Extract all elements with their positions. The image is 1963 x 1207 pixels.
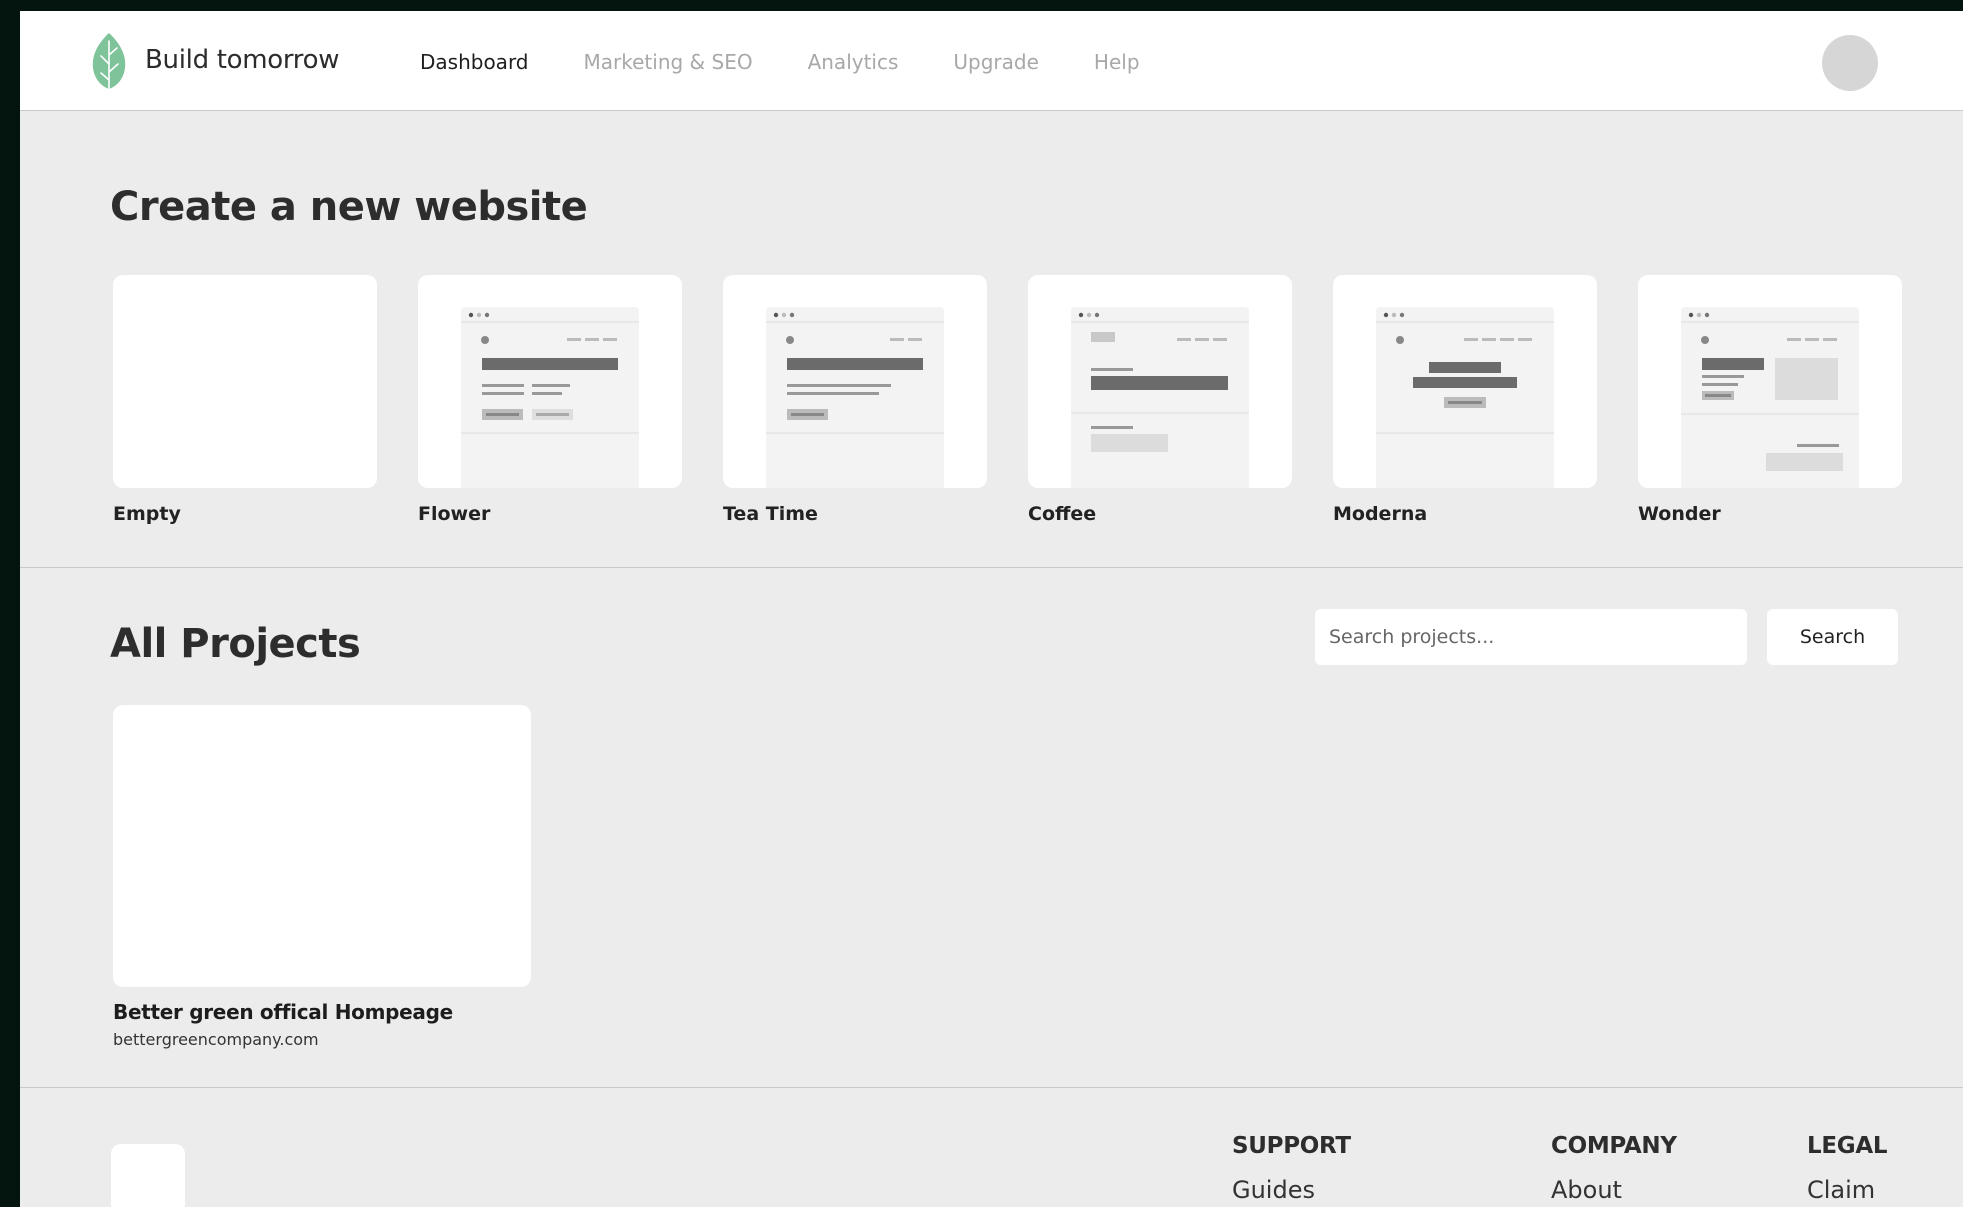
- footer-heading: COMPANY: [1551, 1133, 1677, 1159]
- template-label: Tea Time: [723, 503, 818, 525]
- template-flower[interactable]: Flower: [418, 275, 682, 525]
- main-nav: Dashboard Marketing & SEO Analytics Upgr…: [420, 50, 1195, 74]
- template-preview: [461, 307, 639, 488]
- template-preview: [766, 307, 944, 488]
- template-thumbnail[interactable]: [1638, 275, 1902, 488]
- template-thumbnail[interactable]: [1028, 275, 1292, 488]
- template-preview: [1376, 307, 1554, 488]
- footer-link-guides[interactable]: Guides: [1232, 1176, 1351, 1204]
- leaf-icon[interactable]: [88, 31, 130, 91]
- project-url[interactable]: bettergreencompany.com: [113, 1030, 531, 1049]
- template-label: Empty: [113, 503, 181, 525]
- footer-divider: [20, 1087, 1963, 1088]
- template-thumbnail[interactable]: [418, 275, 682, 488]
- template-preview: [1681, 307, 1859, 488]
- footer-column-legal: LEGAL Claim: [1807, 1133, 1888, 1204]
- template-thumbnail[interactable]: [113, 275, 377, 488]
- nav-item-analytics[interactable]: Analytics: [808, 50, 899, 74]
- project-name[interactable]: Better green offical Hompeage: [113, 1000, 531, 1024]
- brand-name[interactable]: Build tomorrow: [145, 45, 340, 75]
- footer-logo: [111, 1144, 185, 1207]
- template-label: Wonder: [1638, 503, 1721, 525]
- top-navigation-bar: Build tomorrow Dashboard Marketing & SEO…: [20, 11, 1963, 111]
- footer-column-support: SUPPORT Guides: [1232, 1133, 1351, 1204]
- search-input[interactable]: [1315, 609, 1747, 665]
- nav-item-marketing-seo[interactable]: Marketing & SEO: [584, 50, 753, 74]
- template-thumbnail[interactable]: [1333, 275, 1597, 488]
- template-preview: [1071, 307, 1249, 488]
- projects-section-title: All Projects: [110, 621, 361, 667]
- nav-item-dashboard[interactable]: Dashboard: [420, 50, 529, 74]
- template-wonder[interactable]: Wonder: [1638, 275, 1902, 525]
- template-label: Coffee: [1028, 503, 1097, 525]
- footer-column-company: COMPANY About: [1551, 1133, 1677, 1204]
- template-label: Flower: [418, 503, 491, 525]
- project-card[interactable]: Better green offical Hompeage bettergree…: [113, 705, 531, 1049]
- user-avatar[interactable]: [1822, 35, 1878, 91]
- nav-item-upgrade[interactable]: Upgrade: [953, 50, 1039, 74]
- footer-heading: SUPPORT: [1232, 1133, 1351, 1159]
- template-moderna[interactable]: Moderna: [1333, 275, 1597, 525]
- project-thumbnail[interactable]: [113, 705, 531, 987]
- app-window: Build tomorrow Dashboard Marketing & SEO…: [20, 11, 1963, 1207]
- template-tea-time[interactable]: Tea Time: [723, 275, 987, 525]
- section-divider: [20, 567, 1963, 568]
- footer-heading: LEGAL: [1807, 1133, 1888, 1159]
- template-empty[interactable]: Empty: [113, 275, 377, 525]
- footer-link-about[interactable]: About: [1551, 1176, 1677, 1204]
- create-section-title: Create a new website: [110, 184, 588, 230]
- template-label: Moderna: [1333, 503, 1428, 525]
- footer-link-claim[interactable]: Claim: [1807, 1176, 1887, 1204]
- search-button[interactable]: Search: [1767, 609, 1898, 665]
- template-thumbnail[interactable]: [723, 275, 987, 488]
- template-list: Empty Flower Tea Time Coffee Moderna Won…: [113, 275, 1903, 545]
- template-coffee[interactable]: Coffee: [1028, 275, 1292, 525]
- nav-item-help[interactable]: Help: [1094, 50, 1140, 74]
